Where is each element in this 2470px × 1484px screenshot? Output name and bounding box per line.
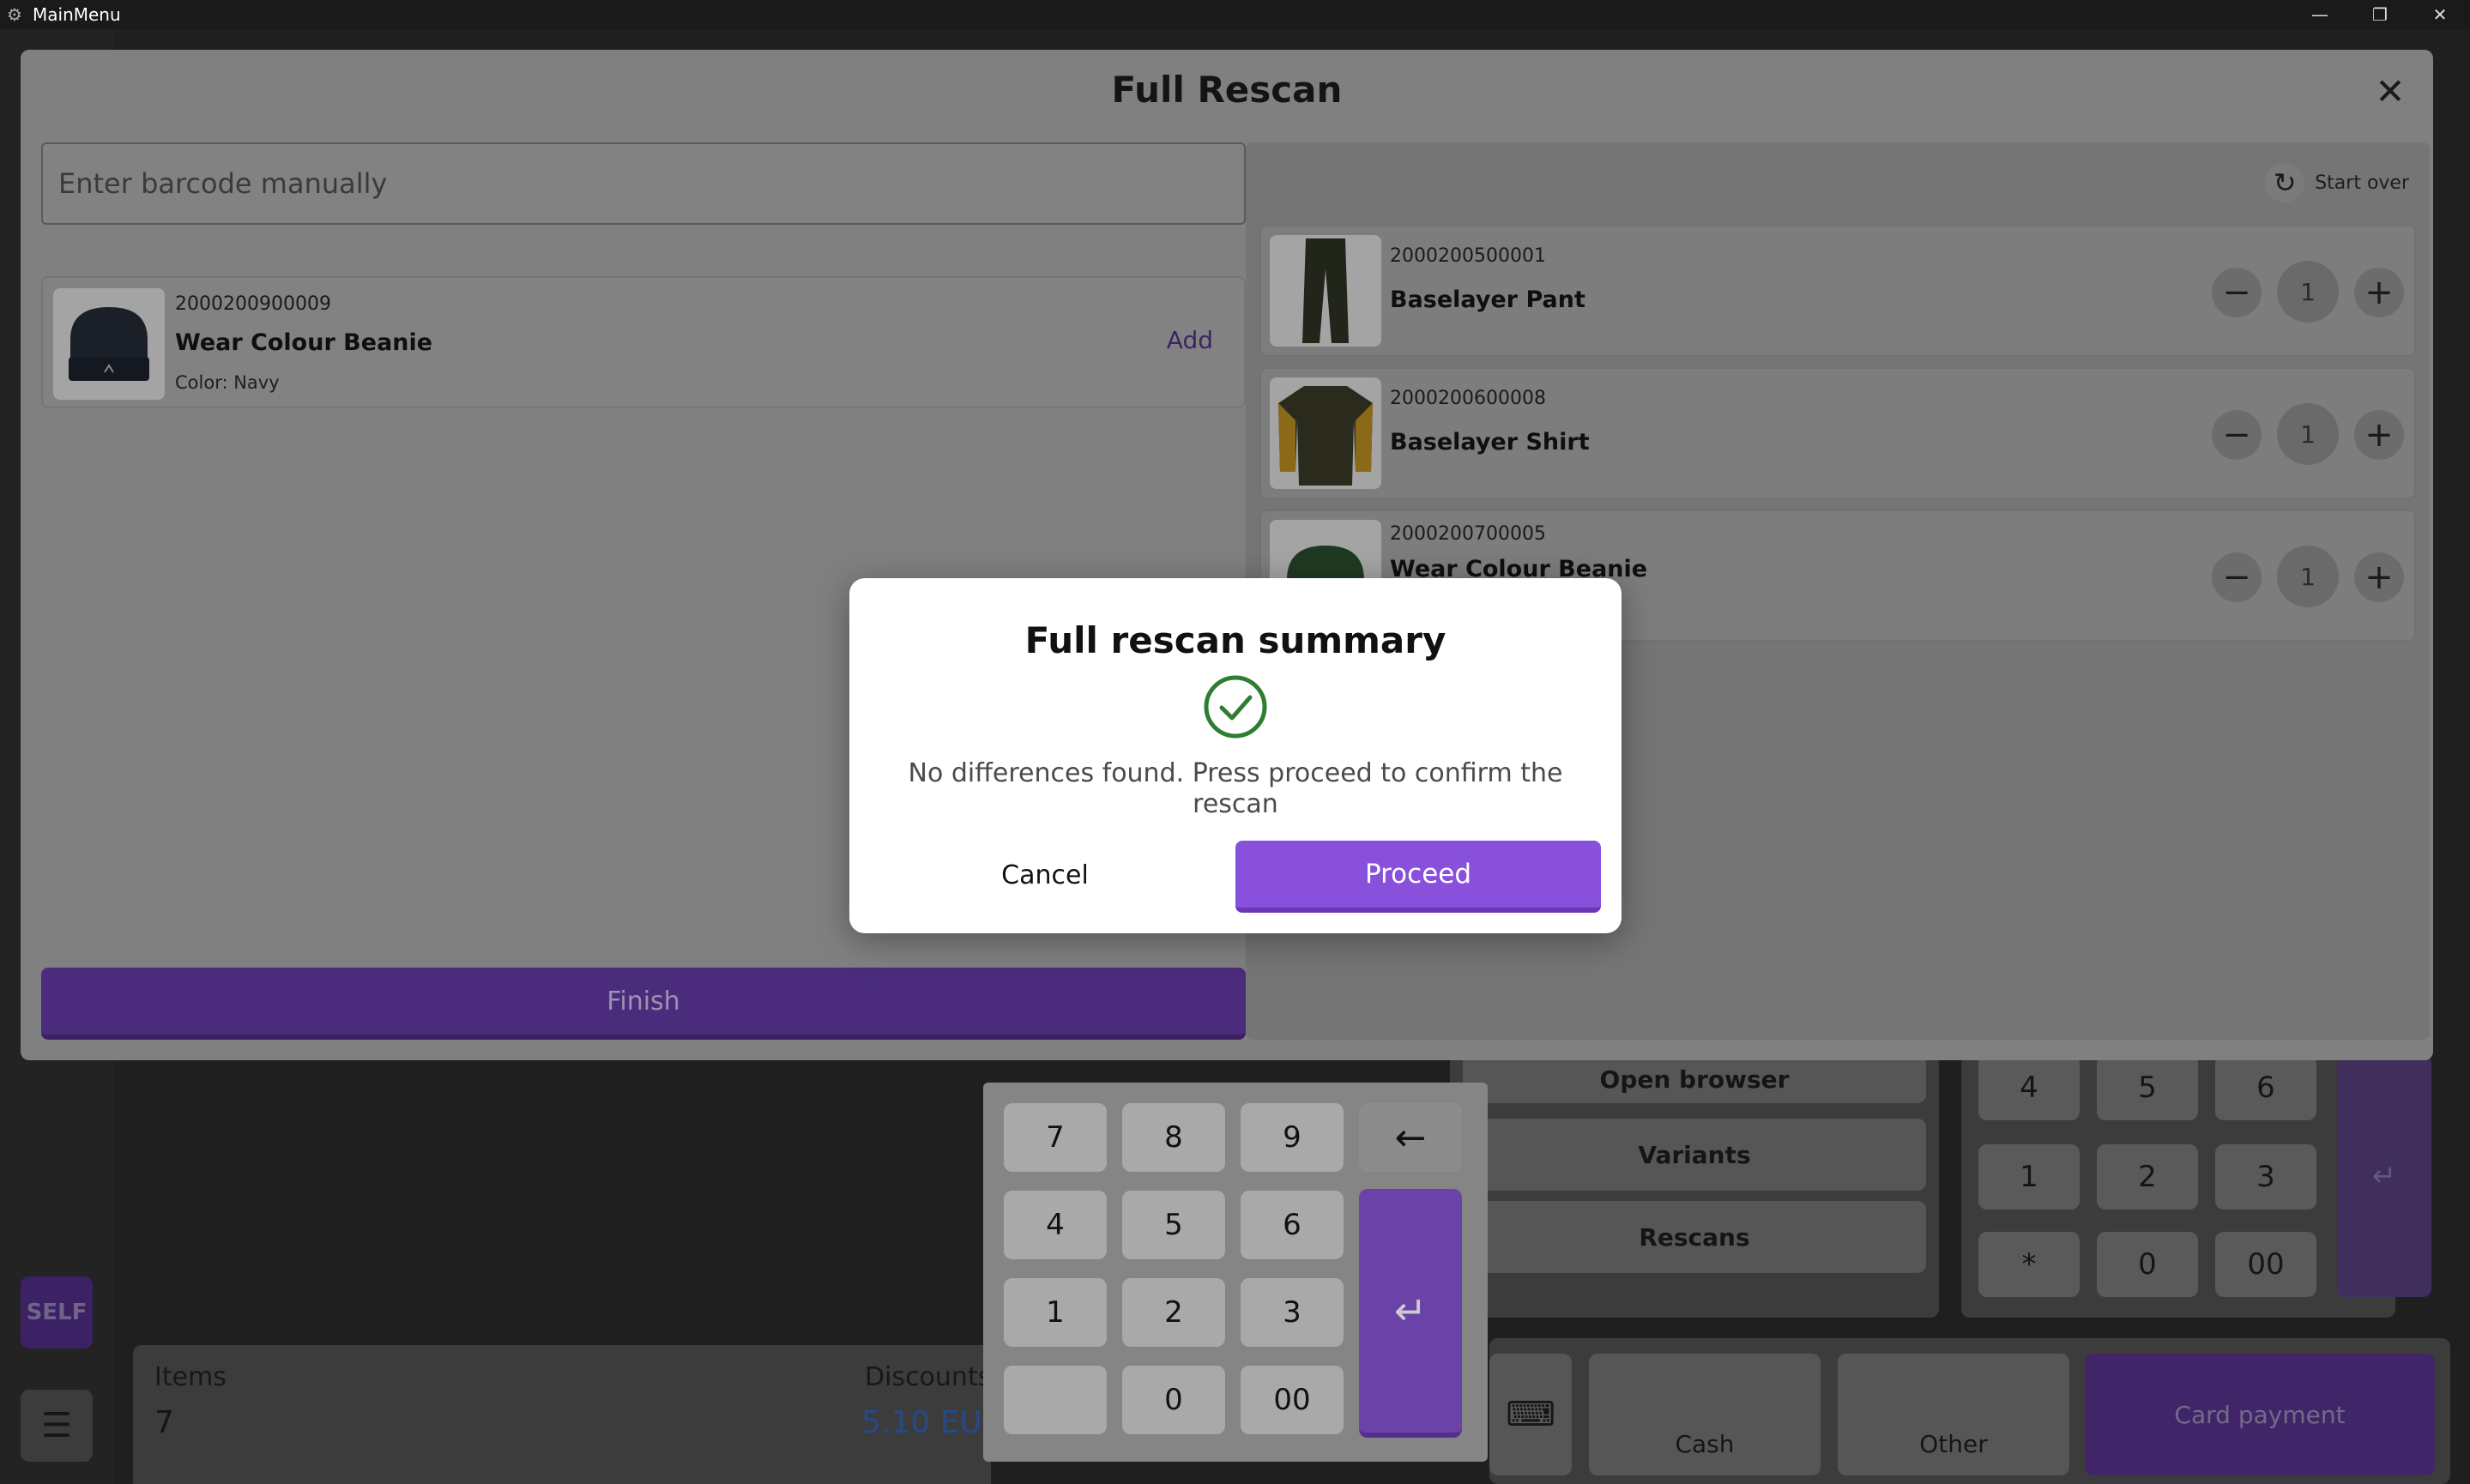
add-item-button[interactable]: Add xyxy=(1167,326,1213,354)
scanned-item-row: 2000200600008 Baselayer Shirt − 1 + xyxy=(1259,367,2416,499)
qty-value: 1 xyxy=(2277,403,2339,465)
cancel-button[interactable]: Cancel xyxy=(891,841,1199,909)
app-icon: ⚙ xyxy=(7,4,22,25)
numpad: 7 8 9 ← 4 5 6 1 2 3 0 00 ↵ xyxy=(983,1083,1488,1462)
numpad-key-2[interactable]: 2 xyxy=(1122,1278,1225,1347)
scanned-item-barcode: 2000200700005 xyxy=(1390,523,1546,545)
found-item-barcode: 2000200900009 xyxy=(175,293,331,315)
numpad-key-6[interactable]: 6 xyxy=(1241,1191,1344,1259)
minimize-icon[interactable]: — xyxy=(2290,0,2350,29)
baselayer-pant-thumbnail xyxy=(1270,235,1381,347)
numpad-key-00[interactable]: 00 xyxy=(1241,1366,1344,1434)
numpad-key-3[interactable]: 3 xyxy=(1241,1278,1344,1347)
restore-icon[interactable]: ❐ xyxy=(2350,0,2410,29)
enter-icon[interactable]: ↵ xyxy=(1359,1189,1462,1438)
found-item: 2000200900009 Wear Colour Beanie Color: … xyxy=(41,276,1246,408)
numpad-key-9[interactable]: 9 xyxy=(1241,1103,1344,1172)
scanned-item-row: 2000200500001 Baselayer Pant − 1 + xyxy=(1259,225,2416,357)
numpad-key-5[interactable]: 5 xyxy=(1122,1191,1225,1259)
numpad-key-8[interactable]: 8 xyxy=(1122,1103,1225,1172)
scanned-item-name: Baselayer Shirt xyxy=(1390,429,1590,455)
qty-value: 1 xyxy=(2277,261,2339,323)
finish-button[interactable]: Finish xyxy=(41,968,1246,1040)
decrease-qty-button[interactable]: − xyxy=(2212,552,2262,602)
scanned-item-barcode: 2000200600008 xyxy=(1390,388,1546,409)
found-item-color: Color: Navy xyxy=(175,372,280,393)
check-circle-icon xyxy=(1204,675,1267,739)
scanned-item-barcode: 2000200500001 xyxy=(1390,245,1546,267)
numpad-key-7[interactable]: 7 xyxy=(1004,1103,1107,1172)
close-icon[interactable]: ✕ xyxy=(2410,0,2470,29)
increase-qty-button[interactable]: + xyxy=(2354,268,2404,317)
barcode-input[interactable] xyxy=(41,142,1246,225)
qty-value: 1 xyxy=(2277,546,2339,607)
beanie-navy-thumbnail xyxy=(53,288,165,400)
increase-qty-button[interactable]: + xyxy=(2354,552,2404,602)
baselayer-shirt-thumbnail xyxy=(1270,377,1381,489)
increase-qty-button[interactable]: + xyxy=(2354,410,2404,460)
refresh-icon: ↻ xyxy=(2265,163,2305,202)
numpad-key-4[interactable]: 4 xyxy=(1004,1191,1107,1259)
start-over-label: Start over xyxy=(2315,172,2409,194)
numpad-key-blank[interactable] xyxy=(1004,1366,1107,1434)
rescan-summary-modal: Full rescan summary No differences found… xyxy=(849,578,1622,933)
start-over-button[interactable]: ↻ Start over xyxy=(2265,161,2409,204)
close-icon[interactable]: ✕ xyxy=(2368,69,2413,113)
numpad-key-1[interactable]: 1 xyxy=(1004,1278,1107,1347)
window-titlebar: ⚙ MainMenu — ❐ ✕ xyxy=(0,0,2470,29)
rescan-title: Full Rescan xyxy=(1111,69,1343,111)
scanned-item-name: Baselayer Pant xyxy=(1390,287,1585,313)
numpad-key-0[interactable]: 0 xyxy=(1122,1366,1225,1434)
modal-message: No differences found. Press proceed to c… xyxy=(908,758,1563,819)
backspace-icon[interactable]: ← xyxy=(1359,1103,1462,1172)
window-title: MainMenu xyxy=(33,4,121,25)
window-controls: — ❐ ✕ xyxy=(2290,0,2470,29)
found-item-name: Wear Colour Beanie xyxy=(175,329,433,356)
proceed-button[interactable]: Proceed xyxy=(1235,841,1601,913)
decrease-qty-button[interactable]: − xyxy=(2212,410,2262,460)
modal-title: Full rescan summary xyxy=(1024,619,1446,661)
decrease-qty-button[interactable]: − xyxy=(2212,268,2262,317)
